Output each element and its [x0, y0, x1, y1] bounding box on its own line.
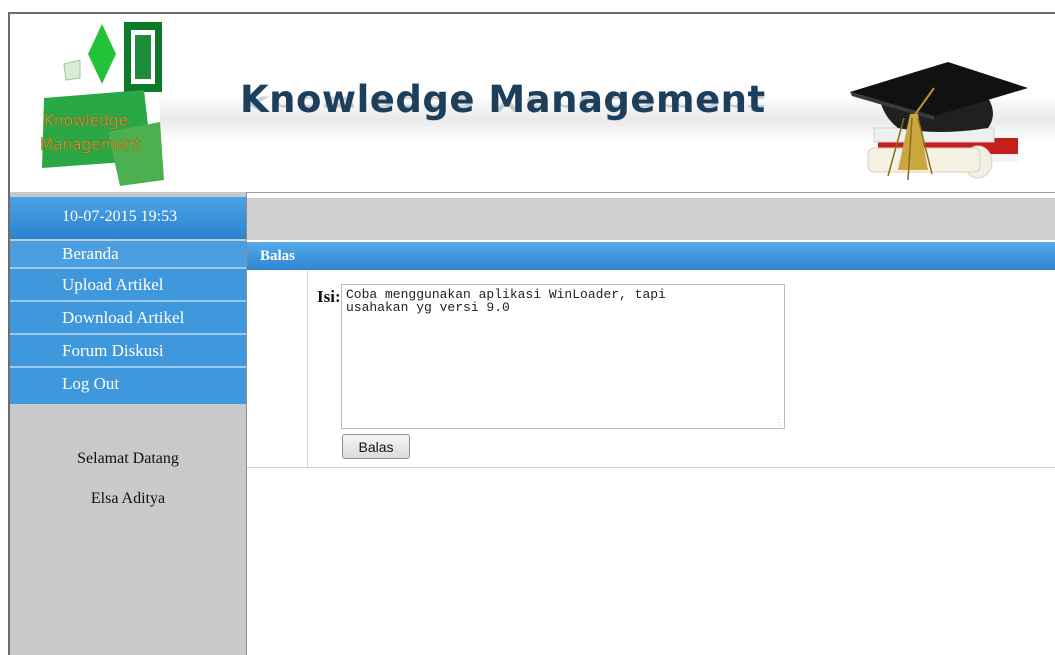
menu-item-log-out[interactable]: Log Out [10, 368, 246, 404]
panel-title: Balas [247, 242, 1055, 270]
logo-text-top: Knowledge [44, 111, 128, 131]
textarea-resize-grip[interactable]: ⋮ [775, 419, 783, 427]
logo-text-bottom: Management [40, 135, 141, 155]
welcome-text: Selamat Datang [77, 450, 179, 467]
site-logo[interactable]: Knowledge Management [32, 20, 172, 190]
content-label: Isi: [317, 287, 341, 306]
sidebar: 10-07-2015 19:53 Beranda Upload Artikel … [10, 192, 247, 655]
datetime-display: 10-07-2015 19:53 [10, 197, 246, 239]
browser-viewport: Knowledge Management Knowledge Managemen… [8, 12, 1055, 655]
menu-item-forum-diskusi[interactable]: Forum Diskusi [10, 335, 246, 368]
site-header: Knowledge Management Knowledge Managemen… [10, 14, 1055, 193]
graduation-cap-books-icon [850, 62, 1028, 181]
top-bar [247, 198, 1055, 240]
menu-item-beranda[interactable]: Beranda [10, 241, 246, 269]
reply-button[interactable]: Balas [342, 434, 410, 459]
form-divider [307, 270, 308, 467]
menu-item-upload-artikel[interactable]: Upload Artikel [10, 269, 246, 302]
site-title-reflection: Knowledge Management [240, 91, 766, 115]
content-textarea[interactable]: Coba menggunakan aplikasi WinLoader, tap… [341, 284, 785, 429]
username-text: Elsa Aditya [90, 490, 166, 507]
sidebar-menu: Beranda Upload Artikel Download Artikel … [10, 241, 246, 404]
menu-item-download-artikel[interactable]: Download Artikel [10, 302, 246, 335]
reply-form: Isi: Coba menggunakan aplikasi WinLoader… [247, 270, 1055, 468]
